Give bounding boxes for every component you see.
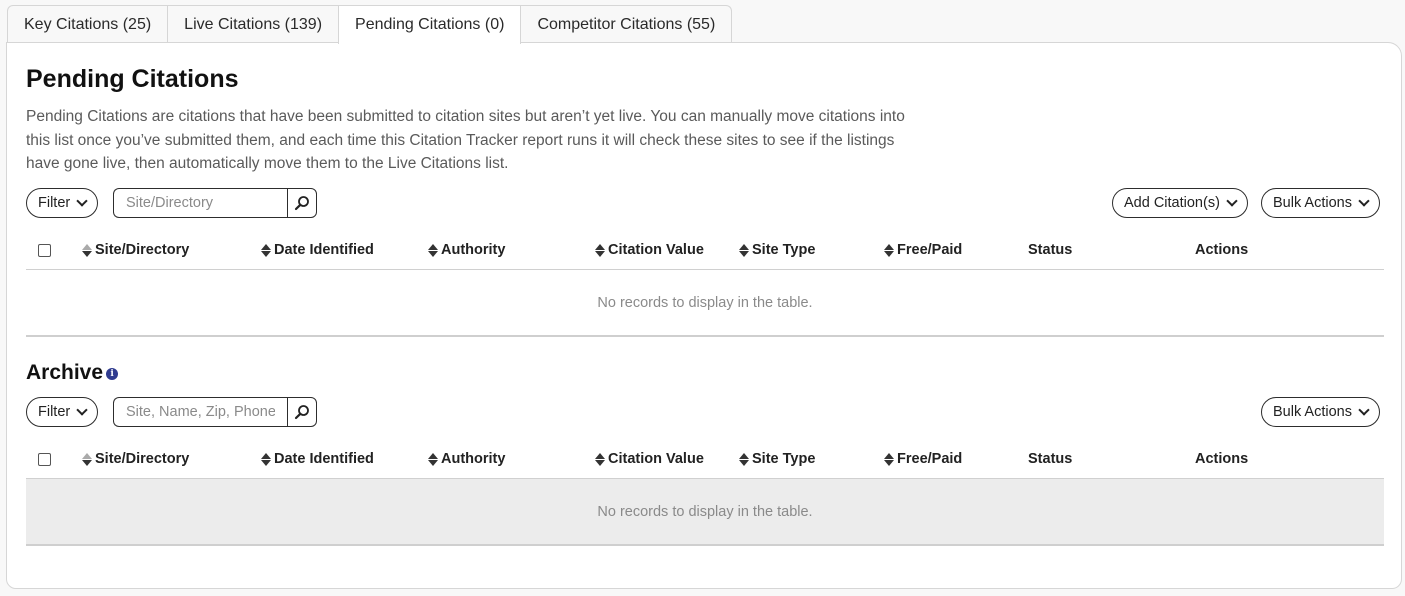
bulk-actions-label: Bulk Actions [1273,404,1352,420]
pending-search [113,188,317,218]
col-authority[interactable]: Authority [428,441,505,477]
col-site-directory[interactable]: Site/Directory [82,232,189,268]
tab-bar: Key Citations (25) Live Citations (139) … [7,5,733,44]
empty-message: No records to display in the table. [597,503,813,520]
tab-live-citations[interactable]: Live Citations (139) [167,5,340,43]
sort-icon [261,243,271,257]
sort-icon [428,452,438,466]
col-authority[interactable]: Authority [428,232,505,268]
sort-icon [595,452,605,466]
page-title: Pending Citations [26,65,239,93]
archive-title: Archive i [26,361,119,385]
content-panel: Pending Citations Pending Citations are … [6,42,1402,589]
sort-icon [884,243,894,257]
archive-table-body: No records to display in the table. [26,478,1384,546]
add-citations-label: Add Citation(s) [1124,195,1220,211]
chevron-down-icon [1226,194,1238,207]
col-site-type[interactable]: Site Type [739,232,815,268]
pending-table-header: Site/Directory Date Identified Authority… [26,232,1384,268]
empty-message: No records to display in the table. [597,294,813,311]
search-icon [294,196,309,211]
sort-icon [261,452,271,466]
chevron-down-icon [76,194,88,207]
col-free-paid[interactable]: Free/Paid [884,232,962,268]
archive-toolbar: Filter Bulk Actions [26,397,1384,427]
pending-table-body: No records to display in the table. [26,269,1384,337]
archive-table-header: Site/Directory Date Identified Authority… [26,441,1384,477]
col-site-type[interactable]: Site Type [739,441,815,477]
archive-search-button[interactable] [287,397,317,427]
col-status: Status [1028,242,1073,258]
sort-icon [428,243,438,257]
sort-icon [884,452,894,466]
col-actions: Actions [1195,451,1249,467]
pending-bulk-actions-button[interactable]: Bulk Actions [1261,188,1380,218]
col-citation-value[interactable]: Citation Value [595,441,704,477]
archive-search-input[interactable] [113,397,287,427]
sort-icon [739,452,749,466]
sort-icon [739,243,749,257]
archive-filter-button[interactable]: Filter [26,397,99,427]
filter-label: Filter [38,195,71,211]
info-icon[interactable]: i [106,368,119,380]
col-site-directory[interactable]: Site/Directory [82,441,189,477]
tab-pending-citations[interactable]: Pending Citations (0) [338,5,522,44]
pending-search-button[interactable] [287,188,317,218]
pending-toolbar: Filter Add Citation(s) Bulk Actions [26,188,1384,218]
col-date-identified[interactable]: Date Identified [261,441,374,477]
archive-search [113,397,317,427]
bulk-actions-label: Bulk Actions [1273,195,1352,211]
search-icon [294,405,309,420]
archive-bulk-actions-button[interactable]: Bulk Actions [1261,397,1380,427]
sort-icon [82,452,92,466]
pending-filter-button[interactable]: Filter [26,188,99,218]
pending-search-input[interactable] [113,188,287,218]
sort-icon [595,243,605,257]
page-description: Pending Citations are citations that hav… [26,108,905,172]
filter-label: Filter [38,404,71,420]
chevron-down-icon [76,403,88,416]
col-citation-value[interactable]: Citation Value [595,232,704,268]
col-actions: Actions [1195,242,1249,258]
archive-select-all-checkbox[interactable] [38,452,51,466]
col-date-identified[interactable]: Date Identified [261,232,374,268]
chevron-down-icon [1358,194,1370,207]
tab-competitor-citations[interactable]: Competitor Citations (55) [520,5,733,43]
add-citations-button[interactable]: Add Citation(s) [1112,188,1248,218]
col-free-paid[interactable]: Free/Paid [884,441,962,477]
chevron-down-icon [1358,403,1370,416]
sort-icon [82,243,92,257]
pending-select-all-checkbox[interactable] [38,243,51,257]
tab-key-citations[interactable]: Key Citations (25) [7,5,169,43]
col-status: Status [1028,451,1073,467]
